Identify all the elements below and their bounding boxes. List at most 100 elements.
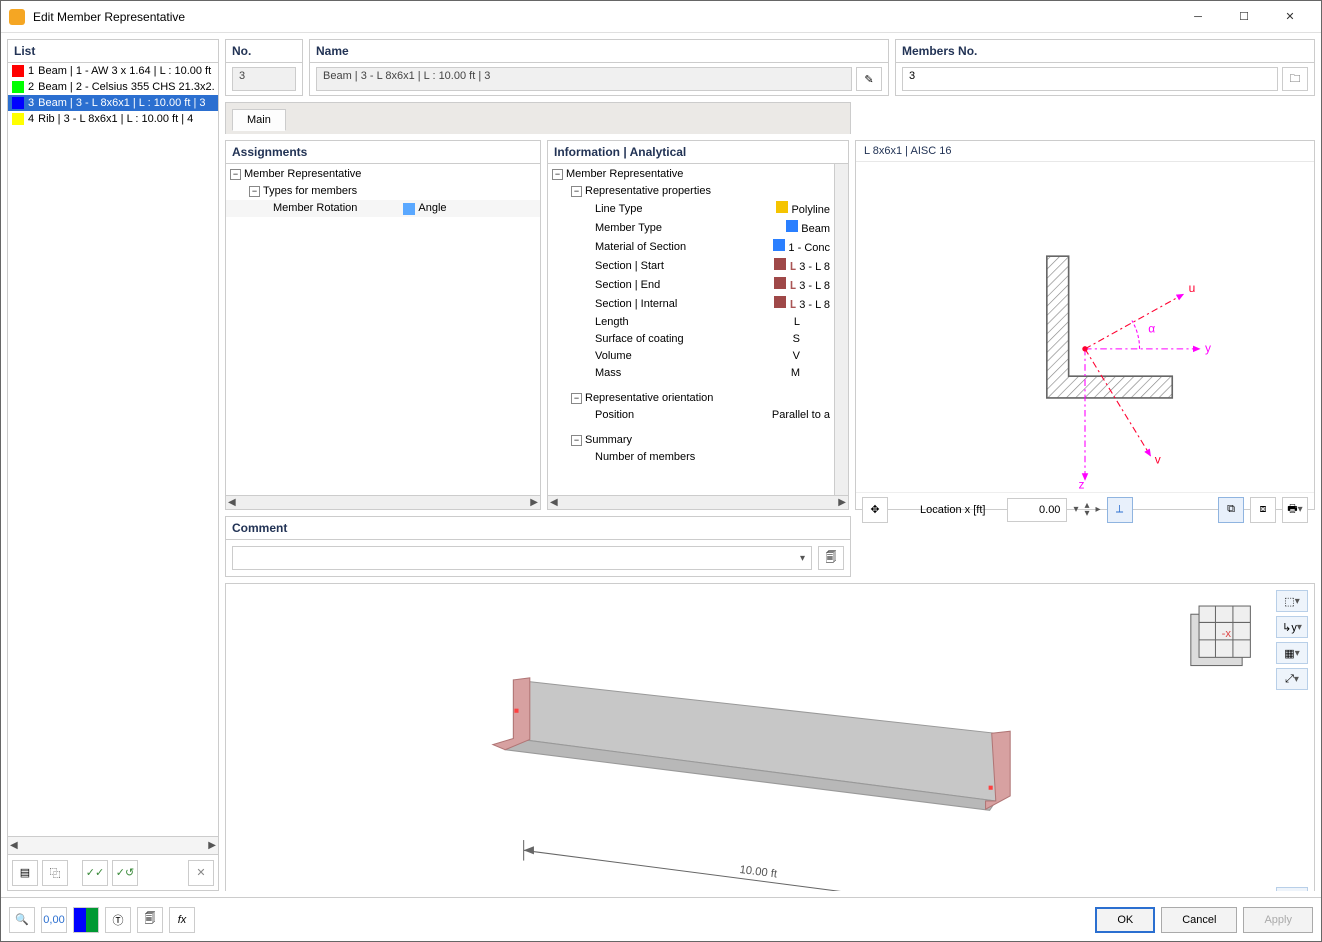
collapse-icon[interactable]: − [230, 169, 241, 180]
tree-row[interactable]: − Member Representative [548, 166, 834, 183]
collapse-icon[interactable]: − [249, 186, 260, 197]
tree-row[interactable]: Material of Section 1 - Conc [548, 238, 834, 257]
tree-row[interactable]: LengthL [548, 314, 834, 331]
ok-button[interactable]: OK [1095, 907, 1155, 933]
info-heading: Information | Analytical [548, 141, 848, 164]
app-icon [9, 9, 25, 25]
svg-text:v: v [1155, 452, 1161, 466]
comment-library-button[interactable]: 🗐 [818, 546, 844, 570]
copy-button[interactable]: ⿻ [42, 860, 68, 886]
collapse-icon[interactable]: − [552, 169, 563, 180]
tree-row[interactable]: PositionParallel to a [548, 407, 834, 424]
maximize-button[interactable]: ☐ [1221, 2, 1267, 32]
render-viewport[interactable]: 10.00 ft -x ⬚ ▾ ↳y ▾ ▦ ▾ ⤢ ▾ ◡ 🖶 ▾ [225, 583, 1315, 891]
tree-row[interactable]: − Member Representative [226, 166, 540, 183]
scroll-right[interactable]: ▶ [530, 497, 538, 508]
tree-row[interactable]: − Summary [548, 432, 834, 449]
view-axes-button[interactable]: ↳y ▾ [1276, 616, 1308, 638]
svg-text:z: z [1078, 477, 1084, 491]
apply-button: Apply [1243, 907, 1313, 933]
members-no-label: Members No. [896, 40, 1314, 63]
tree-row[interactable]: VolumeV [548, 348, 834, 365]
check-alt-button[interactable]: ✓↺ [112, 860, 138, 886]
svg-text:-x: -x [1222, 628, 1232, 640]
color-footer-button[interactable] [73, 907, 99, 933]
tree-row[interactable]: Number of members [548, 449, 834, 466]
list-item[interactable]: 4 Rib | 3 - L 8x6x1 | L : 10.00 ft | 4 [8, 111, 218, 127]
scroll-right[interactable]: ▶ [838, 497, 846, 508]
no-field: 3 [232, 67, 296, 91]
list-body: 1 Beam | 1 - AW 3 x 1.64 | L : 10.00 ft … [8, 63, 218, 836]
window-title: Edit Member Representative [33, 10, 1175, 24]
list-scroll-left[interactable]: ◀ [10, 840, 18, 851]
no-label: No. [226, 40, 302, 63]
svg-text:y: y [1205, 341, 1211, 355]
delete-button[interactable]: ✕ [188, 860, 214, 886]
name-label: Name [310, 40, 888, 63]
check-button[interactable]: ✓✓ [82, 860, 108, 886]
list-item[interactable]: 2 Beam | 2 - Celsius 355 CHS 21.3x2. [8, 79, 218, 95]
list-heading: List [8, 40, 218, 63]
color-swatch [12, 65, 24, 77]
edit-name-button[interactable]: ✎ [856, 67, 882, 91]
minimize-button[interactable]: ─ [1175, 2, 1221, 32]
axis-toggle-button[interactable]: ⟂ [1107, 497, 1133, 523]
help-button[interactable]: 🔍 [9, 907, 35, 933]
collapse-icon[interactable]: − [571, 393, 582, 404]
comment-input[interactable]: ▾ [232, 546, 812, 570]
tree-row[interactable]: Section | Internal L 3 - L 8 [548, 295, 834, 314]
copy-footer-button[interactable]: 🗐 [137, 907, 163, 933]
members-no-field[interactable]: 3 [902, 67, 1278, 91]
color-swatch [12, 81, 24, 93]
scroll-left[interactable]: ◀ [550, 497, 558, 508]
tree-row[interactable]: Section | Start L 3 - L 8 [548, 257, 834, 276]
cancel-button[interactable]: Cancel [1161, 907, 1237, 933]
view-measure-button[interactable]: ⤢ ▾ [1276, 668, 1308, 690]
location-input[interactable]: 0.00 [1007, 498, 1067, 522]
info-scrollbar[interactable] [834, 164, 848, 495]
section-canvas[interactable]: y z u v α [856, 162, 1314, 492]
svg-text:α: α [1148, 322, 1155, 336]
tree-row[interactable]: Line Type Polyline [548, 200, 834, 219]
type-footer-button[interactable]: Ⓣ [105, 907, 131, 933]
tree-row[interactable]: Member Type Beam [548, 219, 834, 238]
new-button[interactable]: ▤ [12, 860, 38, 886]
list-item[interactable]: 1 Beam | 1 - AW 3 x 1.64 | L : 10.00 ft [8, 63, 218, 79]
view-mode-button[interactable]: ▦ ▾ [1276, 642, 1308, 664]
tree-row[interactable]: MassM [548, 365, 834, 382]
tree-row[interactable]: Section | End L 3 - L 8 [548, 276, 834, 295]
fx-footer-button[interactable]: fx [169, 907, 195, 933]
units-footer-button[interactable]: 0,00 [41, 907, 67, 933]
units-button[interactable]: ⧈ [1250, 497, 1276, 523]
comment-heading: Comment [226, 517, 850, 540]
tab-main[interactable]: Main [232, 109, 286, 131]
tree-row[interactable]: Member Rotation Angle [226, 200, 540, 217]
close-button[interactable]: ✕ [1267, 2, 1313, 32]
location-label: Location x [ft] [920, 504, 985, 516]
list-item[interactable]: 3 Beam | 3 - L 8x6x1 | L : 10.00 ft | 3 [8, 95, 218, 111]
svg-text:u: u [1189, 281, 1196, 295]
section-pick-icon[interactable]: ✥ [862, 497, 888, 523]
scroll-left[interactable]: ◀ [228, 497, 236, 508]
angle-swatch [403, 203, 415, 215]
view-settings-button[interactable]: ⧉ [1218, 497, 1244, 523]
stepper-down[interactable]: ▾ [1084, 510, 1089, 518]
view-rotate-button[interactable]: ◡ [1276, 887, 1308, 891]
assignments-heading: Assignments [226, 141, 540, 164]
location-dropdown[interactable]: ▾ [1073, 504, 1078, 515]
collapse-icon[interactable]: − [571, 186, 582, 197]
view-iso-button[interactable]: ⬚ ▾ [1276, 590, 1308, 612]
svg-text:10.00 ft: 10.00 ft [739, 864, 779, 881]
print-button[interactable]: 🖶 ▾ [1282, 497, 1308, 523]
name-field: Beam | 3 - L 8x6x1 | L : 10.00 ft | 3 [316, 67, 852, 91]
tree-row[interactable]: − Representative properties [548, 183, 834, 200]
list-scroll-right[interactable]: ▶ [208, 840, 216, 851]
pick-members-button[interactable]: 🗀 [1282, 67, 1308, 91]
color-swatch [12, 113, 24, 125]
tree-row[interactable]: − Types for members [226, 183, 540, 200]
collapse-icon[interactable]: − [571, 435, 582, 446]
color-swatch [12, 97, 24, 109]
tree-row[interactable]: Surface of coatingS [548, 331, 834, 348]
tree-row[interactable]: − Representative orientation [548, 390, 834, 407]
step-right[interactable]: ▸ [1096, 504, 1101, 515]
